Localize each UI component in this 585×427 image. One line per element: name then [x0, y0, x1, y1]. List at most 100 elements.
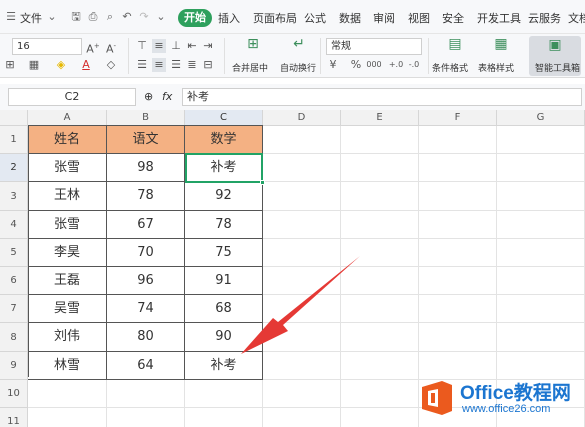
column-header-b[interactable]: B — [107, 110, 185, 126]
table-cell[interactable] — [341, 323, 419, 352]
table-cell[interactable] — [263, 239, 341, 267]
table-cell[interactable] — [419, 323, 497, 352]
justify-icon[interactable]: ≣ — [186, 58, 198, 72]
table-style-button[interactable]: 表格样式 — [478, 61, 514, 74]
table-cell[interactable] — [107, 408, 185, 427]
border-icon[interactable]: ⊞ — [4, 58, 16, 72]
increase-font-icon[interactable]: A+ — [86, 39, 100, 57]
table-cell[interactable]: 王磊 — [28, 267, 107, 295]
table-cell[interactable] — [107, 380, 185, 408]
clear-format-icon[interactable]: ◇ — [104, 58, 118, 72]
tab-view[interactable]: 视图 — [408, 10, 430, 26]
table-cell[interactable]: 67 — [107, 211, 185, 239]
wrap-text-icon[interactable]: ↵ — [290, 37, 308, 51]
distribute-icon[interactable]: ⊟ — [202, 58, 214, 72]
table-cell[interactable] — [419, 211, 497, 239]
table-cell[interactable]: 70 — [107, 239, 185, 267]
table-cell[interactable] — [497, 154, 585, 182]
table-cell[interactable] — [341, 380, 419, 408]
row-header-9[interactable]: 9 — [0, 352, 28, 380]
tab-document[interactable]: 文档 — [568, 10, 585, 26]
table-cell[interactable] — [341, 239, 419, 267]
conditional-format-button[interactable]: 条件格式 — [432, 61, 468, 74]
align-top-icon[interactable]: ⊤ — [136, 39, 148, 53]
table-cell[interactable] — [341, 126, 419, 154]
table-cell[interactable] — [28, 380, 107, 408]
tab-insert[interactable]: 插入 — [218, 10, 240, 26]
font-size-select[interactable]: 16 — [12, 38, 82, 55]
row-header-5[interactable]: 5 — [0, 239, 28, 267]
font-color-icon[interactable]: A — [80, 58, 92, 72]
table-cell[interactable]: 68 — [185, 295, 263, 323]
row-header-6[interactable]: 6 — [0, 267, 28, 295]
table-cell[interactable]: 补考 — [185, 352, 263, 380]
row-header-2[interactable]: 2 — [0, 154, 28, 182]
column-header-g[interactable]: G — [497, 110, 585, 126]
hamburger-menu-icon[interactable]: ☰ — [4, 11, 18, 23]
table-cell[interactable]: 补考 — [185, 154, 263, 182]
table-cell[interactable] — [263, 182, 341, 211]
decimal-increase-icon[interactable]: +.0 — [388, 58, 404, 72]
row-header-4[interactable]: 4 — [0, 211, 28, 239]
wrap-text-button[interactable]: 自动换行 — [280, 61, 316, 74]
table-cell[interactable]: 林雪 — [28, 352, 107, 380]
table-cell[interactable] — [419, 352, 497, 380]
table-cell[interactable]: 75 — [185, 239, 263, 267]
row-header-11[interactable]: 11 — [0, 408, 28, 427]
column-header-c[interactable]: C — [185, 110, 263, 126]
table-cell[interactable]: 92 — [185, 182, 263, 211]
table-cell[interactable] — [341, 211, 419, 239]
column-header-d[interactable]: D — [263, 110, 341, 126]
table-cell[interactable]: 李昊 — [28, 239, 107, 267]
table-cell[interactable]: 78 — [185, 211, 263, 239]
align-left-icon[interactable]: ☰ — [136, 58, 148, 72]
table-cell[interactable] — [419, 154, 497, 182]
table-cell[interactable] — [185, 380, 263, 408]
table-cell[interactable]: 98 — [107, 154, 185, 182]
table-cell[interactable]: 刘伟 — [28, 323, 107, 352]
row-header-3[interactable]: 3 — [0, 182, 28, 211]
table-cell[interactable] — [341, 295, 419, 323]
table-cell[interactable] — [497, 352, 585, 380]
table-cell[interactable]: 80 — [107, 323, 185, 352]
row-header-8[interactable]: 8 — [0, 323, 28, 352]
indent-decrease-icon[interactable]: ⇤ — [186, 39, 198, 53]
column-header-e[interactable]: E — [341, 110, 419, 126]
table-cell[interactable] — [497, 211, 585, 239]
currency-icon[interactable]: ¥ — [326, 58, 340, 72]
table-cell[interactable] — [341, 182, 419, 211]
table-cell[interactable] — [263, 154, 341, 182]
number-format-select[interactable]: 常规 — [326, 38, 422, 55]
merge-center-button[interactable]: 合并居中 — [232, 61, 268, 74]
undo-icon[interactable]: ↶ — [121, 11, 133, 23]
percent-icon[interactable]: % — [350, 58, 362, 72]
align-right-icon[interactable]: ☰ — [170, 58, 182, 72]
row-header-1[interactable]: 1 — [0, 126, 28, 154]
zoom-icon[interactable]: ⊕ — [144, 88, 153, 106]
table-cell[interactable] — [497, 295, 585, 323]
conditional-format-icon[interactable]: ▤ — [446, 37, 464, 51]
table-cell[interactable] — [263, 323, 341, 352]
fill-color-icon[interactable]: ◈ — [54, 58, 68, 72]
header-cell[interactable]: 数学 — [185, 126, 263, 154]
tab-developer[interactable]: 开发工具 — [477, 10, 521, 26]
table-cell[interactable] — [419, 126, 497, 154]
table-cell[interactable] — [263, 211, 341, 239]
table-cell[interactable] — [419, 267, 497, 295]
indent-increase-icon[interactable]: ⇥ — [202, 39, 214, 53]
table-cell[interactable] — [497, 323, 585, 352]
table-cell[interactable] — [263, 380, 341, 408]
header-cell[interactable]: 姓名 — [28, 126, 107, 154]
table-style-icon[interactable]: ▦ — [492, 37, 510, 51]
column-header-a[interactable]: A — [28, 110, 107, 126]
name-box[interactable]: C2 — [8, 88, 136, 106]
table-cell[interactable] — [341, 352, 419, 380]
tab-data[interactable]: 数据 — [339, 10, 361, 26]
table-cell[interactable] — [341, 408, 419, 427]
chevron-down-icon[interactable]: ⌄ — [46, 11, 58, 23]
table-cell[interactable]: 王林 — [28, 182, 107, 211]
table-cell[interactable] — [185, 408, 263, 427]
table-cell[interactable]: 64 — [107, 352, 185, 380]
fx-icon[interactable]: fx — [162, 88, 172, 106]
save-icon[interactable]: 🖫 — [70, 11, 82, 23]
